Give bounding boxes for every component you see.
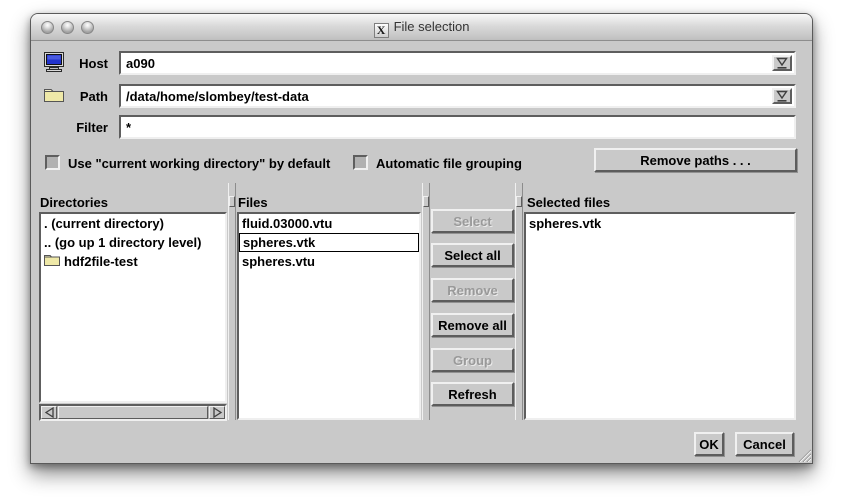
list-item[interactable]: spheres.vtk <box>526 214 794 233</box>
directories-horizontal-scrollbar <box>39 404 227 421</box>
list-item[interactable]: spheres.vtu <box>239 252 419 271</box>
files-list: fluid.03000.vtu spheres.vtk spheres.vtu <box>237 212 421 420</box>
selected-files-header: Selected files <box>527 195 610 210</box>
filter-input[interactable] <box>123 119 792 135</box>
remove-paths-button[interactable]: Remove paths . . . <box>594 148 797 172</box>
window-title-text: File selection <box>394 19 470 34</box>
selected-files-list: spheres.vtk <box>524 212 796 420</box>
list-item-selected[interactable]: spheres.vtk <box>239 233 419 252</box>
splitter-handle[interactable] <box>229 196 235 207</box>
splitter-handle[interactable] <box>516 196 522 207</box>
group-button[interactable]: Group <box>431 348 514 372</box>
auto-grouping-checkbox[interactable] <box>353 155 368 170</box>
host-field <box>119 51 796 75</box>
path-field <box>119 84 796 108</box>
x11-app-icon: X <box>374 23 389 38</box>
directories-header: Directories <box>40 195 108 210</box>
ok-button[interactable]: OK <box>694 432 724 456</box>
cwd-checkbox-label: Use "current working directory" by defau… <box>68 156 330 171</box>
folder-icon <box>44 252 60 271</box>
list-item[interactable]: .. (go up 1 directory level) <box>41 233 225 252</box>
files-header: Files <box>238 195 268 210</box>
host-label: Host <box>41 56 108 71</box>
directories-list: . (current directory) .. (go up 1 direct… <box>39 212 227 403</box>
cwd-checkbox[interactable] <box>45 155 60 170</box>
refresh-button[interactable]: Refresh <box>431 382 514 406</box>
scroll-left-button[interactable] <box>41 406 57 419</box>
splitter <box>515 183 523 420</box>
window-title: X File selection <box>31 19 812 38</box>
file-selection-window: X File selection Host Path <box>30 13 813 464</box>
select-button[interactable]: Select <box>431 209 514 233</box>
path-dropdown-button[interactable] <box>772 88 792 104</box>
path-input[interactable] <box>123 88 770 104</box>
arrow-left-icon <box>44 407 55 418</box>
remove-all-button[interactable]: Remove all <box>431 313 514 337</box>
scrollbar-thumb[interactable] <box>58 406 208 419</box>
filter-label: Filter <box>41 120 108 135</box>
list-item[interactable]: fluid.03000.vtu <box>239 214 419 233</box>
cancel-button[interactable]: Cancel <box>735 432 794 456</box>
list-item[interactable]: hdf2file-test <box>41 252 225 271</box>
host-dropdown-button[interactable] <box>772 55 792 71</box>
chevron-down-icon <box>776 90 788 102</box>
resize-grip[interactable] <box>796 448 811 462</box>
titlebar[interactable]: X File selection <box>31 14 812 41</box>
path-label: Path <box>41 89 108 104</box>
chevron-down-icon <box>776 57 788 69</box>
splitter <box>422 183 430 420</box>
list-item[interactable]: . (current directory) <box>41 214 225 233</box>
resize-grip-icon <box>796 448 811 462</box>
auto-grouping-label: Automatic file grouping <box>376 156 522 171</box>
filter-field <box>119 115 796 139</box>
splitter <box>228 183 236 420</box>
host-input[interactable] <box>123 55 770 71</box>
remove-button[interactable]: Remove <box>431 278 514 302</box>
select-all-button[interactable]: Select all <box>431 243 514 267</box>
arrow-right-icon <box>212 407 223 418</box>
splitter-handle[interactable] <box>423 196 429 207</box>
scroll-right-button[interactable] <box>209 406 225 419</box>
desktop: { "window": { "title": "File selection",… <box>0 0 844 500</box>
